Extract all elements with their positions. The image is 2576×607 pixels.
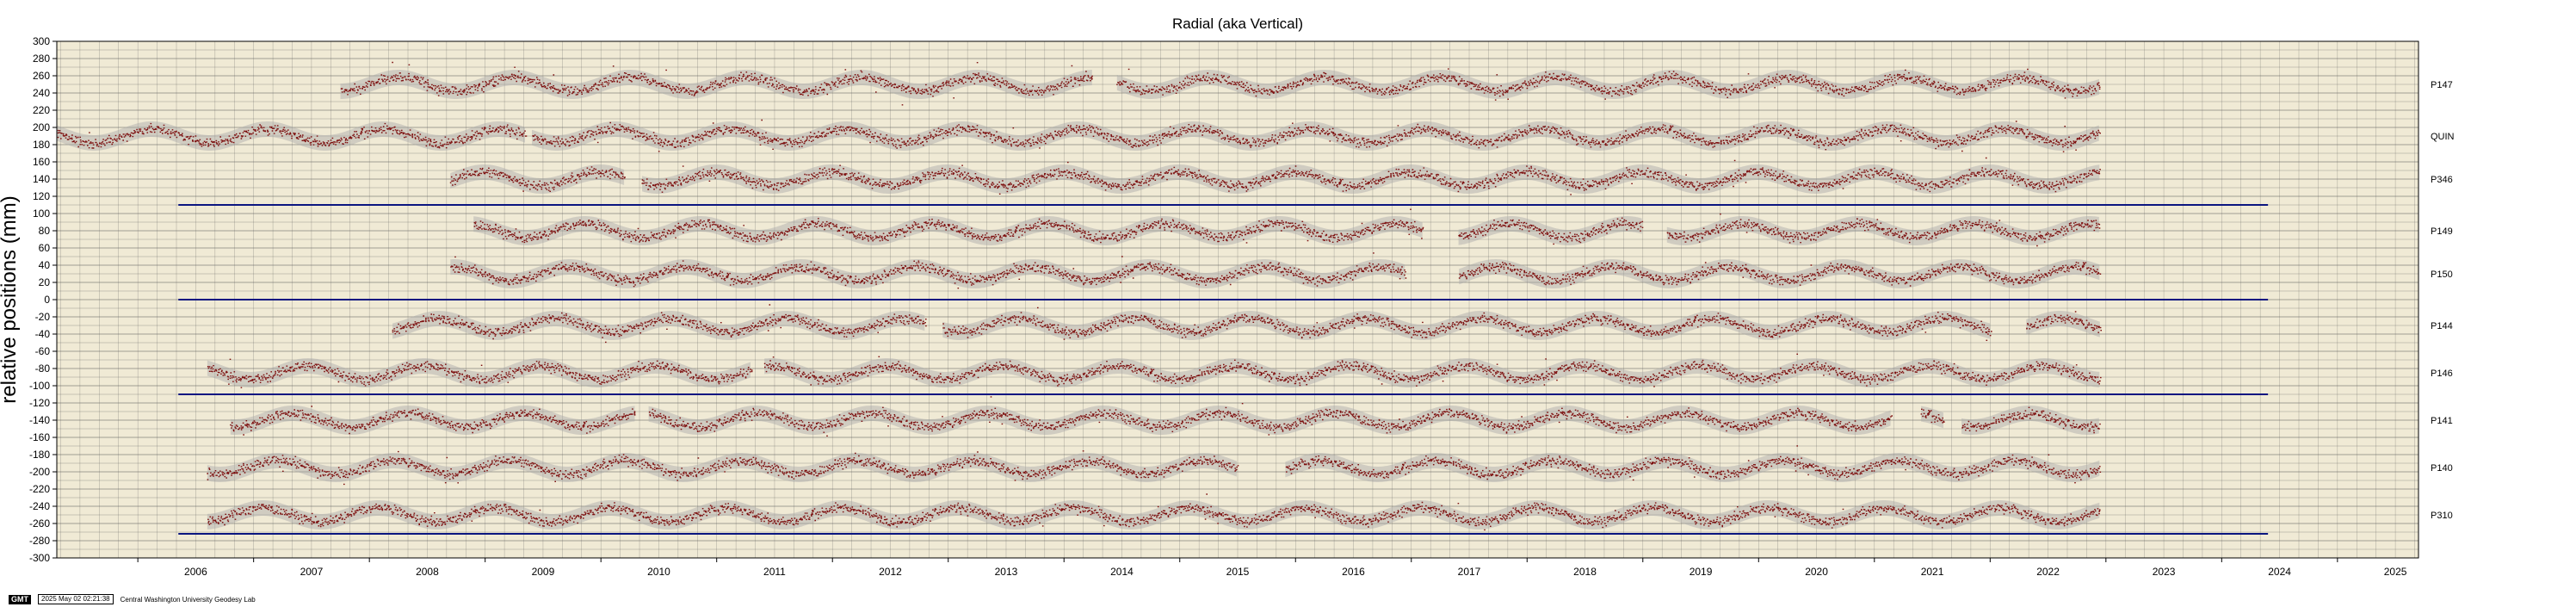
station-label-P147: P147: [2431, 80, 2453, 90]
y-tick-label: -80: [35, 362, 51, 375]
chart-title: Radial (aka Vertical): [1172, 15, 1303, 32]
credit-text: Central Washington University Geodesy La…: [120, 595, 256, 604]
y-tick-label: 280: [33, 53, 50, 65]
y-tick-label: 240: [33, 87, 50, 99]
x-tick-label: 2018: [1573, 566, 1597, 578]
x-tick-label: 2007: [300, 566, 324, 578]
station-label-P310: P310: [2431, 511, 2453, 521]
y-tick-label: -200: [29, 466, 50, 478]
x-tick-label: 2016: [1342, 566, 1365, 578]
station-label-P140: P140: [2431, 463, 2453, 474]
x-tick-label: 2009: [532, 566, 555, 578]
x-tick-label: 2013: [995, 566, 1018, 578]
y-tick-label: -260: [29, 517, 50, 530]
station-label-P141: P141: [2431, 416, 2453, 426]
y-tick-label: 120: [33, 190, 50, 202]
y-tick-label: -160: [29, 431, 50, 443]
footer: GMT 2025 May 02 02:21:38 Central Washing…: [9, 594, 256, 604]
y-tick-label: 200: [33, 121, 50, 133]
y-tick-label: -140: [29, 414, 50, 426]
x-tick-label: 2023: [2153, 566, 2176, 578]
x-tick-label: 2025: [2384, 566, 2407, 578]
x-tick-label: 2012: [879, 566, 902, 578]
x-tick-label: 2015: [1226, 566, 1250, 578]
y-tick-label: -100: [29, 380, 50, 392]
y-tick-label: -40: [35, 328, 51, 340]
y-tick-label: 20: [39, 276, 51, 288]
x-tick-label: 2020: [1805, 566, 1828, 578]
y-tick-label: -280: [29, 535, 50, 547]
station-label-P149: P149: [2431, 226, 2453, 237]
x-tick-label: 2022: [2036, 566, 2060, 578]
y-tick-label: 40: [39, 259, 51, 271]
radial-position-chart: 3002802602402202001801601401201008060402…: [0, 15, 2455, 578]
station-label-P150: P150: [2431, 269, 2453, 280]
y-tick-label: 260: [33, 70, 50, 82]
station-label-P346: P346: [2431, 175, 2453, 185]
station-labels: P147 QUIN P346 P149 P150 P144 P146 P141 P140 P310: [2431, 80, 2455, 521]
station-label-P144: P144: [2431, 321, 2453, 331]
y-tick-label: -180: [29, 449, 50, 461]
x-tick-label: 2019: [1690, 566, 1713, 578]
timestamp: 2025 May 02 02:21:38: [38, 594, 114, 604]
y-tick-label: 140: [33, 173, 50, 185]
y-tick-label: -120: [29, 397, 50, 409]
y-tick-label: 100: [33, 207, 50, 220]
x-tick-label: 2006: [184, 566, 207, 578]
x-tick-label: 2008: [416, 566, 439, 578]
y-tick-label: 80: [39, 225, 51, 237]
y-axis-label: relative positions (mm): [0, 195, 21, 403]
y-axis-ticks: 3002802602402202001801601401201008060402…: [29, 35, 57, 564]
y-tick-label: 0: [44, 294, 50, 306]
x-tick-label: 2024: [2268, 566, 2291, 578]
x-tick-label: 2014: [1110, 566, 1134, 578]
gmt-logo-badge: GMT: [9, 594, 31, 604]
y-tick-label: -60: [35, 345, 51, 357]
y-tick-label: -20: [35, 311, 51, 323]
y-tick-label: 60: [39, 242, 51, 254]
x-axis-ticks: 2006 2007 2008 2009 2010 2011 2012 2013 2014 2015…: [137, 558, 2407, 578]
x-tick-label: 2017: [1458, 566, 1481, 578]
y-tick-label: -240: [29, 500, 50, 512]
y-tick-label: 220: [33, 104, 50, 116]
station-label-QUIN: QUIN: [2431, 132, 2455, 142]
y-tick-label: 180: [33, 139, 50, 151]
y-tick-label: -300: [29, 552, 50, 564]
y-tick-label: 160: [33, 156, 50, 168]
x-tick-label: 2010: [647, 566, 670, 578]
x-tick-label: 2021: [1921, 566, 1944, 578]
y-tick-label: -220: [29, 483, 50, 495]
station-label-P146: P146: [2431, 369, 2453, 379]
x-tick-label: 2011: [763, 566, 786, 578]
y-tick-label: 300: [33, 35, 50, 47]
